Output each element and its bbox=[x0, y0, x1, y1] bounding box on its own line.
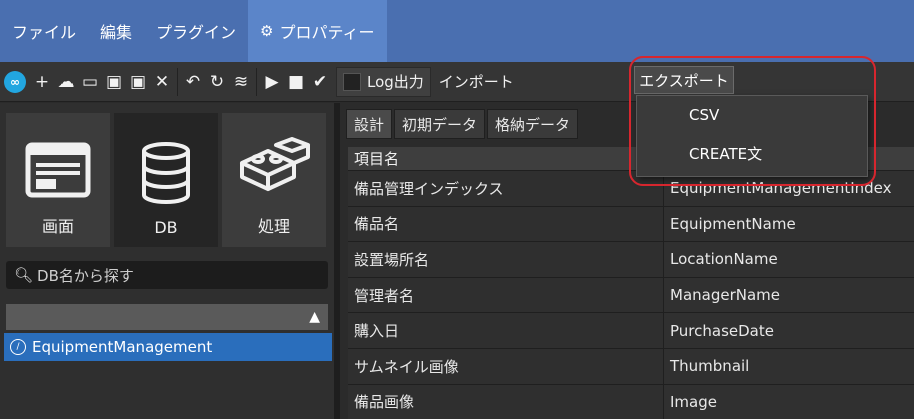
tab-initial-data[interactable]: 初期データ bbox=[394, 109, 486, 139]
export-create-item[interactable]: CREATE文 bbox=[637, 134, 867, 172]
play-icon[interactable]: ▶ bbox=[261, 68, 283, 96]
menubar: ファイル 編集 プラグイン ⚙ プロパティー bbox=[0, 0, 914, 62]
window-icon[interactable]: ▭ bbox=[79, 68, 101, 96]
export-button[interactable]: エクスポート bbox=[634, 66, 734, 94]
wifi-icon[interactable]: ≋ bbox=[230, 68, 252, 96]
cloud-icon[interactable]: ☁ bbox=[55, 68, 77, 96]
field-name: 備品管理インデックス bbox=[348, 171, 664, 206]
export-csv-item[interactable]: CSV bbox=[637, 96, 867, 134]
db-search-input[interactable]: 🔍︎ DB名から探す bbox=[6, 261, 328, 289]
field-value[interactable]: PurchaseDate bbox=[664, 313, 914, 348]
blocks-icon bbox=[240, 137, 310, 191]
log-output-checkbox[interactable] bbox=[343, 72, 361, 91]
field-name: 備品名 bbox=[348, 206, 664, 242]
edit-icon: / bbox=[10, 339, 26, 355]
add-icon[interactable]: + bbox=[31, 68, 53, 96]
left-panel: 画面 DB 処理 🔍︎ DB名から探す ▲ / EquipmentManagem… bbox=[0, 103, 340, 419]
database-icon bbox=[142, 142, 190, 204]
db-list-item-label: EquipmentManagement bbox=[32, 338, 213, 356]
save-icon[interactable]: ▣ bbox=[103, 68, 125, 96]
field-value[interactable]: LocationName bbox=[664, 242, 914, 277]
field-name: 設置場所名 bbox=[348, 242, 664, 277]
chevron-up-icon[interactable]: ▲ bbox=[309, 309, 320, 325]
screen-button-label: 画面 bbox=[41, 217, 74, 236]
table-row[interactable]: 備品名 EquipmentName bbox=[348, 206, 914, 243]
db-list-header[interactable]: ▲ bbox=[6, 304, 328, 330]
db-button[interactable]: DB bbox=[114, 113, 218, 247]
save-all-icon[interactable]: ▣ bbox=[127, 68, 149, 96]
search-icon: 🔍︎ bbox=[14, 266, 34, 284]
table-row[interactable]: 購入日 PurchaseDate bbox=[348, 313, 914, 349]
field-value[interactable]: Image bbox=[664, 384, 914, 419]
menu-properties[interactable]: ⚙ プロパティー bbox=[248, 0, 387, 62]
db-search-placeholder: DB名から探す bbox=[37, 266, 134, 285]
field-value[interactable]: EquipmentName bbox=[664, 206, 914, 242]
field-value[interactable]: Thumbnail bbox=[664, 348, 914, 384]
toolbar-separator bbox=[177, 67, 178, 96]
import-button[interactable]: インポート bbox=[431, 67, 522, 97]
field-name: 備品画像 bbox=[348, 384, 664, 419]
process-button-label: 処理 bbox=[257, 217, 290, 236]
table-row[interactable]: サムネイル画像 Thumbnail bbox=[348, 348, 914, 385]
export-dropdown: CSV CREATE文 bbox=[636, 95, 868, 177]
tab-bar: 設計 初期データ 格納データ bbox=[346, 109, 580, 139]
field-name: 管理者名 bbox=[348, 277, 664, 313]
gear-icon: ⚙ bbox=[260, 22, 274, 40]
process-button[interactable]: 処理 bbox=[222, 113, 326, 247]
check-icon[interactable]: ✔ bbox=[309, 68, 331, 96]
tab-design[interactable]: 設計 bbox=[346, 109, 393, 139]
table-row[interactable]: 管理者名 ManagerName bbox=[348, 277, 914, 314]
menu-edit[interactable]: 編集 bbox=[88, 0, 144, 62]
field-value[interactable]: ManagerName bbox=[664, 277, 914, 313]
field-name: サムネイル画像 bbox=[348, 348, 664, 384]
logo-icon[interactable]: ∞ bbox=[0, 68, 30, 96]
refresh-icon[interactable]: ↻ bbox=[206, 68, 228, 96]
db-button-label: DB bbox=[154, 218, 178, 237]
stop-icon[interactable]: ■ bbox=[285, 68, 307, 96]
log-output-label: Log出力 bbox=[367, 73, 424, 91]
field-grid: 項目名 備品管理インデックス EquipmentManagementIndex … bbox=[348, 147, 914, 419]
tab-stored-data[interactable]: 格納データ bbox=[487, 109, 579, 139]
menu-plugin[interactable]: プラグイン bbox=[144, 0, 248, 62]
db-list-item[interactable]: / EquipmentManagement bbox=[4, 333, 332, 361]
field-name: 購入日 bbox=[348, 313, 664, 348]
screen-button[interactable]: 画面 bbox=[6, 113, 110, 247]
grid-header-name: 項目名 bbox=[348, 147, 664, 170]
table-row[interactable]: 設置場所名 LocationName bbox=[348, 242, 914, 278]
table-row[interactable]: 備品画像 Image bbox=[348, 384, 914, 419]
log-output-toggle[interactable]: Log出力 bbox=[336, 66, 431, 97]
close-icon[interactable]: ✕ bbox=[151, 68, 173, 96]
toolbar-separator bbox=[256, 67, 257, 96]
screen-icon bbox=[25, 142, 91, 198]
menu-file[interactable]: ファイル bbox=[0, 0, 88, 62]
menu-properties-label: プロパティー bbox=[279, 23, 375, 42]
undo-icon[interactable]: ↶ bbox=[182, 68, 204, 96]
